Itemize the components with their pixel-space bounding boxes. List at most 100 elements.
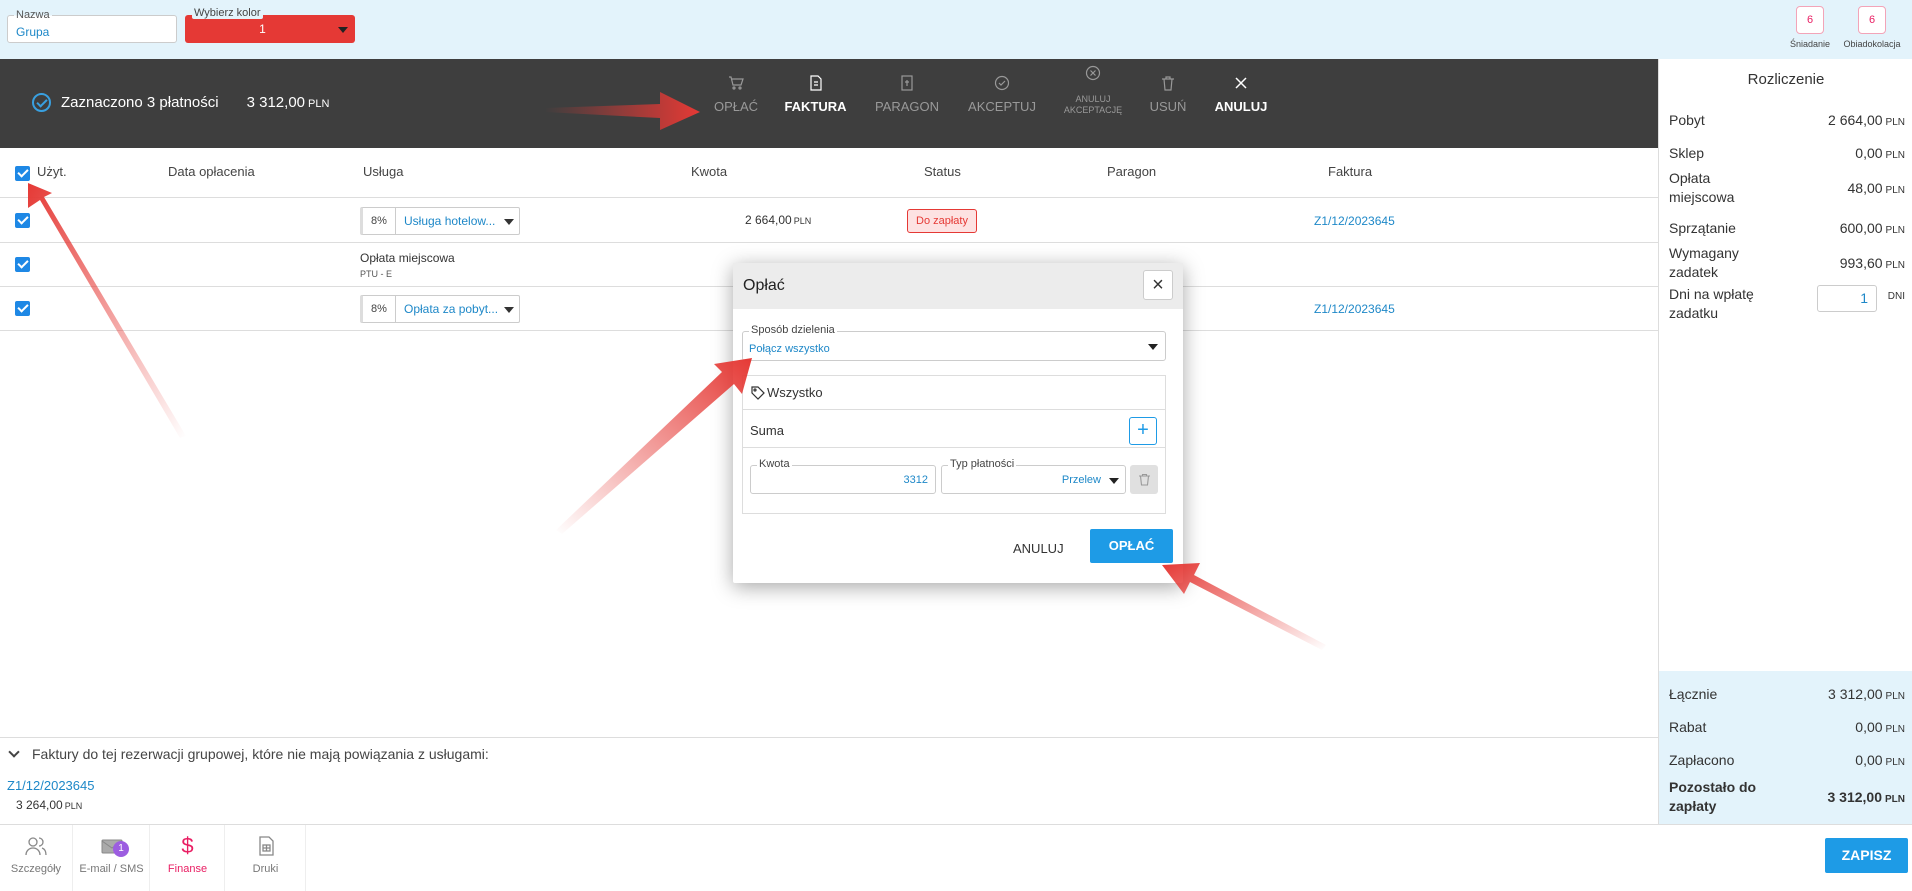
payment-type-value: Przelew	[1061, 474, 1101, 486]
settlement-row-cleaning: Sprzątanie 600,00 PLN	[1669, 220, 1905, 236]
top-bar: Nazwa Grupa Wybierz kolor 1 6 Śniadanie …	[0, 0, 1912, 59]
action-delete[interactable]: USUŃ	[1144, 59, 1192, 148]
row-checkbox[interactable]	[15, 301, 30, 316]
table-row: 8% Usługa hotelow... 2 664,00 PLN Do zapł…	[0, 199, 1658, 243]
amount-field[interactable]: Kwota 3312	[750, 458, 936, 494]
service-select[interactable]: 8% Usługa hotelow...	[360, 207, 520, 235]
color-select-label: Wybierz kolor	[192, 7, 263, 19]
tag-icon	[751, 385, 765, 400]
save-button[interactable]: ZAPISZ	[1825, 838, 1908, 873]
dialog-cancel-button[interactable]: ANULUJ	[1013, 541, 1064, 556]
action-invoice[interactable]: FAKTURA	[778, 59, 853, 148]
select-all-checkbox[interactable]	[15, 166, 30, 181]
summary-paid: Zapłacono 0,00 PLN	[1669, 752, 1905, 768]
amount-value: 3312	[903, 474, 928, 486]
trash-icon	[1162, 76, 1174, 91]
header-service: Usługa	[363, 164, 404, 179]
invoice-icon	[809, 75, 822, 91]
settlement-summary: Łącznie 3 312,00 PLN Rabat 0,00 PLN Zapłac…	[1659, 671, 1912, 824]
row-checkbox[interactable]	[15, 257, 30, 272]
users-icon	[25, 837, 47, 856]
invoice-link[interactable]: Z1/12/2023645	[1314, 214, 1395, 228]
nav-finance-label: Finanse	[167, 863, 208, 875]
notification-badge: 1	[113, 841, 129, 857]
service-select[interactable]: 8% Opłata za pobyt...	[360, 295, 520, 323]
chevron-down-icon	[1148, 344, 1158, 350]
arrow-to-pay-button	[1162, 563, 1326, 650]
close-icon: ×	[1152, 273, 1164, 296]
group-name-field[interactable]: Nazwa Grupa	[7, 9, 177, 43]
deposit-days-unit: DNI	[1887, 291, 1905, 302]
remove-payment-button[interactable]	[1130, 465, 1158, 494]
split-group-label: Wszystko	[767, 385, 823, 400]
chevron-down-icon	[8, 746, 20, 758]
action-cancel-acceptance[interactable]: ANULUJ AKCEPTACJĘ	[1058, 59, 1128, 148]
payment-type-select[interactable]: Typ płatności Przelew	[941, 458, 1126, 494]
action-receipt-label: PARAGON	[874, 99, 940, 114]
meal-breakfast-label: Śniadanie	[1789, 39, 1831, 49]
action-cancel-label: ANULUJ	[1214, 99, 1268, 114]
invoice-link[interactable]: Z1/12/2023645	[7, 778, 94, 793]
meal-dinner-label: Obiadokolacja	[1843, 39, 1901, 49]
check-circle-icon	[994, 75, 1010, 91]
dollar-icon: $	[181, 833, 194, 858]
dialog-pay-button[interactable]: OPŁAĆ	[1090, 529, 1173, 563]
action-delete-label: USUŃ	[1149, 99, 1187, 114]
sum-label: Suma	[750, 423, 784, 438]
split-group-header: Wszystko	[743, 376, 1165, 410]
meal-dinner[interactable]: 6 Obiadokolacja	[1842, 6, 1902, 49]
color-select-value: 1	[259, 22, 266, 36]
selection-info: Zaznaczono 3 płatności 3 312,00 PLN	[32, 93, 329, 112]
unlinked-invoices-header: Faktury do tej rezerwacji grupowej, któr…	[32, 746, 489, 762]
nav-finance[interactable]: $ Finanse	[151, 825, 225, 891]
action-accept[interactable]: AKCEPTUJ	[963, 59, 1041, 148]
header-user: Użyt.	[37, 164, 67, 179]
unlinked-invoices-toggle[interactable]: Faktury do tej rezerwacji grupowej, któr…	[8, 746, 489, 762]
check-circle-icon	[32, 93, 51, 112]
selection-amount: 3 312,00 PLN	[246, 94, 330, 111]
service-name: Opłata miejscowa	[360, 251, 455, 265]
dialog-header: Opłać ×	[733, 263, 1183, 309]
add-payment-button[interactable]: +	[1129, 417, 1157, 445]
nav-prints-label: Druki	[252, 863, 279, 875]
vat-rate: 8%	[363, 208, 396, 234]
nav-prints[interactable]: Druki	[226, 825, 306, 891]
receipt-icon	[901, 75, 913, 91]
split-method-select[interactable]: Sposób dzielenia Połącz wszystko	[742, 324, 1166, 361]
summary-total: Łącznie 3 312,00 PLN	[1669, 686, 1905, 702]
split-method-value: Połącz wszystko	[749, 343, 830, 355]
action-pay-label: OPŁAĆ	[713, 99, 759, 114]
cart-icon	[729, 76, 744, 90]
arrow-to-split-method	[556, 358, 752, 534]
meal-dinner-count: 6	[1858, 6, 1886, 34]
nav-email-sms[interactable]: 1 E-mail / SMS	[74, 825, 150, 891]
payment-type-label: Typ płatności	[948, 458, 1017, 471]
payments-table-header: Użyt. Data opłacenia Usługa Kwota Status…	[0, 148, 1658, 198]
meal-breakfast[interactable]: 6 Śniadanie	[1780, 6, 1840, 49]
summary-discount: Rabat 0,00 PLN	[1669, 719, 1905, 735]
amount-label: Kwota	[757, 458, 792, 471]
action-accept-label: AKCEPTUJ	[968, 99, 1036, 114]
dialog-close-button[interactable]: ×	[1143, 270, 1173, 300]
chevron-down-icon	[338, 27, 348, 33]
service-name: Opłata za pobyt...	[404, 302, 499, 316]
x-circle-icon	[1085, 65, 1101, 81]
color-select[interactable]: Wybierz kolor 1	[185, 7, 355, 43]
service-name: Usługa hotelow...	[404, 214, 496, 228]
settlement-row-shop: Sklep 0,00 PLN	[1669, 145, 1905, 161]
vat-rate: 8%	[363, 296, 396, 322]
nav-details[interactable]: Szczegóły	[0, 825, 73, 891]
split-sum-row: Suma +	[743, 410, 1165, 448]
document-icon	[258, 836, 274, 856]
row-checkbox[interactable]	[15, 213, 30, 228]
trash-icon	[1138, 473, 1150, 486]
bottom-navigation: Szczegóły 1 E-mail / SMS $ Finanse Druki	[0, 824, 1912, 891]
action-receipt[interactable]: PARAGON	[866, 59, 948, 148]
action-cancel[interactable]: ANULUJ	[1208, 59, 1274, 148]
header-receipt: Paragon	[1107, 164, 1157, 179]
payment-split-group: Wszystko Suma + Kwota 3312 Typ płatności…	[742, 375, 1166, 514]
deposit-days-input[interactable]: 1	[1817, 285, 1877, 312]
invoice-link[interactable]: Z1/12/2023645	[1314, 302, 1395, 316]
invoice-amount: 3 264,00 PLN	[16, 798, 83, 812]
action-pay[interactable]: OPŁAĆ	[705, 59, 767, 148]
